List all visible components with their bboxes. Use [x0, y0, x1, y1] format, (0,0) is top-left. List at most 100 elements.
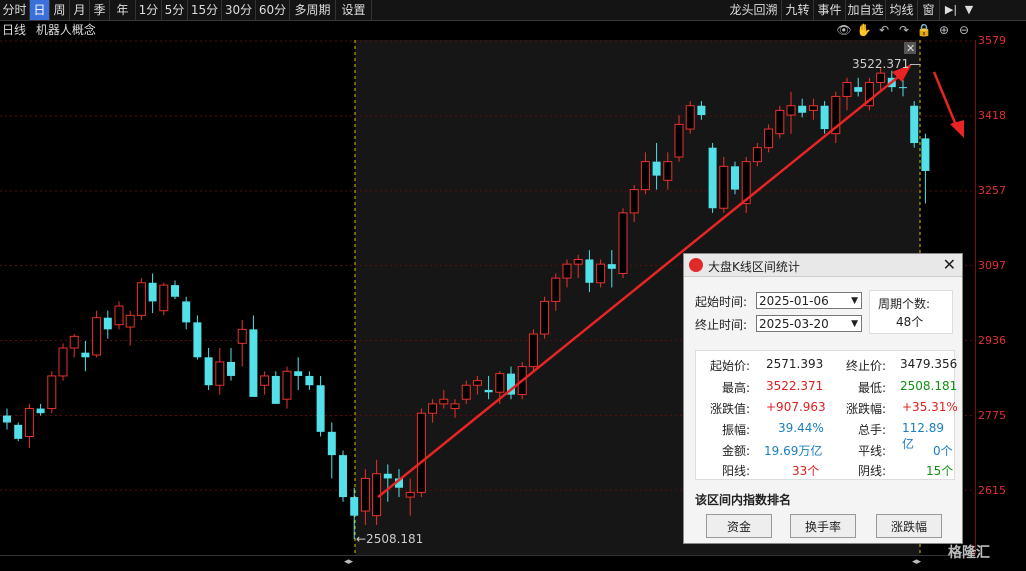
candle-body-down [204, 357, 213, 386]
open-value: 2571.393 [766, 357, 824, 371]
candle-body-up [360, 477, 370, 512]
start-time-value: 2025-01-06 [759, 294, 829, 308]
candle-body-up [540, 300, 550, 335]
undo-icon[interactable]: ↶ [876, 22, 892, 38]
candle-body-up [428, 403, 438, 414]
change-value: +907.963 [766, 400, 826, 414]
price-axis: 3579 3418 3257 3097 2936 2775 2615 [975, 34, 1026, 555]
flat-label: 平线: [858, 444, 887, 458]
redo-icon[interactable]: ↷ [896, 22, 912, 38]
period-tab-12[interactable]: 设置 [336, 0, 372, 20]
dialog-header: 大盘K线区间统计 ✕ [684, 254, 962, 277]
candle-body-up [629, 189, 639, 214]
rank-turnover-button[interactable]: 换手率 [790, 514, 856, 538]
candle-body-down [14, 424, 23, 439]
period-tab-2[interactable]: 周 [50, 0, 70, 20]
candle-body-down [854, 87, 863, 92]
high-label: 最高: [722, 381, 751, 395]
rank-capital-button[interactable]: 资金 [706, 514, 772, 538]
end-time-select[interactable]: 2025-03-20 ▼ [756, 315, 862, 332]
period-tab-5[interactable]: 年 [110, 0, 136, 20]
chart-scrollbar[interactable]: ◂▸ ◂▸ [0, 555, 975, 571]
candle-body-down [652, 161, 661, 176]
candle-body-down [36, 408, 45, 414]
up-count-value: 33个 [792, 464, 820, 478]
rank-change-button[interactable]: 涨跌幅 [876, 514, 942, 538]
period-tab-0[interactable]: 分时 [0, 0, 30, 20]
low-label: 最低: [858, 381, 887, 395]
candle-body-up [69, 335, 79, 349]
zoom-out-icon[interactable]: ⊖ [956, 22, 972, 38]
toolbar-item-2[interactable]: 事件 [814, 0, 846, 20]
down-arrow-line [932, 71, 960, 131]
candle-body-down [249, 329, 258, 397]
candle-body-up [472, 380, 482, 386]
high-marker-label: 3522.371— [852, 57, 921, 71]
candle-body-up [596, 263, 606, 284]
candle-body-down [910, 105, 919, 144]
candle-body-up [282, 370, 292, 400]
scroll-left-icon[interactable]: ◂▸ [344, 557, 353, 567]
dialog-title: 大盘K线区间统计 [708, 260, 800, 274]
candle-body-up [640, 161, 650, 191]
period-tab-8[interactable]: 15分 [188, 0, 222, 20]
cycles-value: 48个 [896, 315, 924, 329]
price-tick-label: 2775 [978, 409, 1006, 422]
candle-body-down [81, 352, 90, 358]
candle-body-up [551, 277, 561, 302]
end-time-label: 终止时间: [695, 318, 748, 332]
candle-body-up [775, 109, 785, 135]
hand-icon[interactable]: ✋ [856, 22, 872, 38]
period-tab-1[interactable]: 日 [30, 0, 50, 20]
candle-body-down [731, 166, 739, 190]
close-label: 终止价: [846, 359, 887, 373]
candle-body-up [416, 412, 426, 493]
down-count-label: 阴线: [858, 464, 887, 478]
candle-body-down [171, 285, 179, 297]
more-menu-icon[interactable]: ▼ [960, 0, 978, 20]
candle-body-down [193, 322, 202, 358]
expand-panel-icon[interactable]: ▶| [942, 0, 960, 20]
toolbar-item-5[interactable]: 窗 [918, 0, 940, 20]
toolbar-item-0[interactable]: 龙头回溯 [726, 0, 782, 20]
scroll-right-icon[interactable]: ◂▸ [912, 557, 921, 567]
close-value: 3479.356 [900, 357, 958, 371]
lock-icon[interactable]: 🔒 [916, 22, 932, 38]
period-tab-3[interactable]: 月 [70, 0, 90, 20]
period-tab-7[interactable]: 5分 [162, 0, 188, 20]
candle-body-down [697, 105, 706, 116]
candle-body-down [820, 105, 829, 130]
candle-body-down [585, 259, 594, 283]
change-pct-value: +35.31% [902, 400, 958, 414]
period-tab-9[interactable]: 30分 [222, 0, 256, 20]
candle-body-up [876, 72, 886, 83]
stats-box: 起始价: 2571.393 终止价: 3479.356 最高: 3522.371… [695, 350, 958, 480]
period-tab-10[interactable]: 60分 [256, 0, 290, 20]
chart-info-bar: 日线 机器人概念 [0, 21, 96, 39]
toolbar-item-4[interactable]: 均线 [886, 0, 918, 20]
price-tick-label: 3097 [978, 259, 1006, 272]
candle-body-up [685, 105, 695, 130]
close-icon[interactable]: ✕ [943, 255, 956, 274]
period-tab-4[interactable]: 季 [90, 0, 110, 20]
candle-body-up [215, 361, 225, 386]
toolbar-item-3[interactable]: 加自选 [846, 0, 886, 20]
change-label: 涨跌值: [710, 402, 751, 416]
candle-body-down [227, 361, 235, 376]
amplitude-value: 39.44% [778, 421, 824, 435]
amount-value: 19.69万亿 [764, 444, 823, 458]
zoom-in-icon[interactable]: ⊕ [936, 22, 952, 38]
candle-body-up [237, 328, 247, 344]
candle-body-up [618, 212, 628, 274]
candle-body-up [92, 317, 102, 356]
eye-icon[interactable]: 👁 [836, 22, 852, 38]
candle-body-up [439, 398, 449, 405]
toolbar-item-1[interactable]: 九转 [782, 0, 814, 20]
period-tab-11[interactable]: 多周期 [290, 0, 336, 20]
candle-body-down [339, 455, 347, 498]
period-tab-6[interactable]: 1分 [136, 0, 162, 20]
candle-body-up [573, 258, 583, 265]
candle-body-down [484, 389, 493, 393]
index-name: 机器人概念 [35, 23, 96, 37]
start-time-select[interactable]: 2025-01-06 ▼ [756, 292, 862, 309]
